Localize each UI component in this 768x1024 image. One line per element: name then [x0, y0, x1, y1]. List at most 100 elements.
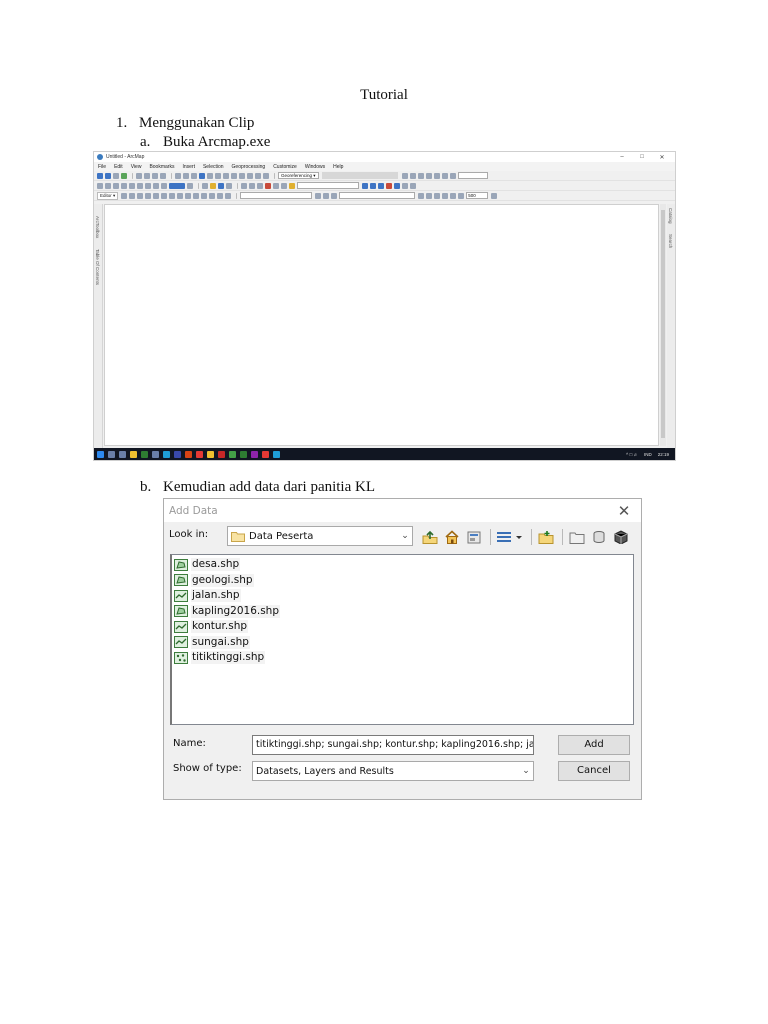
app-icon-4[interactable] — [185, 450, 192, 458]
swipe-icon[interactable] — [418, 192, 425, 199]
list-item[interactable]: sungai.shp — [174, 635, 631, 651]
list-item[interactable]: jalan.shp — [174, 588, 631, 604]
search-icon[interactable] — [108, 450, 115, 458]
chevron-down-icon[interactable]: ⌄ — [519, 766, 533, 776]
cut-polygons-icon[interactable] — [185, 192, 192, 199]
end-point-arc-icon[interactable] — [145, 192, 152, 199]
search-window-icon[interactable] — [386, 182, 392, 189]
editor-toolbar-icon[interactable] — [362, 182, 368, 189]
zoom-out-icon[interactable] — [105, 172, 111, 179]
cut-icon[interactable] — [241, 182, 247, 189]
menu-edit[interactable]: Edit — [114, 164, 123, 170]
viewer-window-icon[interactable] — [433, 172, 440, 179]
app-icon-8[interactable] — [240, 450, 247, 458]
page-back-icon[interactable] — [129, 182, 135, 189]
modelbuilder-icon[interactable] — [410, 182, 416, 189]
app-icon-5[interactable] — [196, 450, 203, 458]
look-in-dropdown[interactable]: Data Peserta ⌄ — [227, 526, 413, 546]
acrobat-icon[interactable] — [262, 450, 269, 458]
menu-file[interactable]: File — [98, 164, 106, 170]
arcmap-taskbar-icon[interactable] — [273, 450, 280, 458]
show-of-type-dropdown[interactable]: Datasets, Layers and Results ⌄ — [252, 761, 534, 781]
shift-icon[interactable] — [409, 172, 416, 179]
menu-view[interactable]: View — [131, 164, 142, 170]
name-input[interactable]: titiktinggi.shp; sungai.shp; kontur.shp;… — [252, 735, 534, 755]
edit-vertices-icon[interactable] — [169, 192, 176, 199]
python-window-icon[interactable] — [402, 182, 408, 189]
list-item[interactable]: titiktinggi.shp — [174, 650, 631, 666]
up-one-level-icon[interactable] — [420, 528, 440, 546]
add-button[interactable]: Add — [558, 735, 630, 755]
time-slider-icon[interactable] — [255, 172, 261, 179]
menu-bookmarks[interactable]: Bookmarks — [149, 164, 174, 170]
save-icon[interactable] — [218, 182, 224, 189]
create-features-icon[interactable] — [225, 192, 232, 199]
taskbar-clock[interactable]: 22:19 — [658, 452, 669, 457]
layer-tool-3-icon[interactable] — [331, 192, 338, 199]
list-item[interactable]: geologi.shp — [174, 573, 631, 589]
draft-mode-icon[interactable] — [145, 182, 151, 189]
tray-icons[interactable]: ^ □ ♬ — [626, 452, 638, 457]
delete-icon[interactable] — [265, 182, 271, 189]
catalog-options-icon[interactable] — [611, 528, 631, 546]
transparency-icon[interactable] — [450, 192, 457, 199]
hyperlink-icon[interactable] — [207, 172, 213, 179]
focus-frame-icon[interactable] — [153, 182, 159, 189]
forward-icon[interactable] — [160, 172, 166, 179]
arctoolbox-window-icon[interactable] — [394, 182, 400, 189]
maximize-icon[interactable]: □ — [632, 154, 652, 160]
brightness-icon[interactable] — [442, 192, 449, 199]
control-points-icon[interactable] — [417, 172, 424, 179]
connect-to-folder-icon[interactable] — [536, 528, 556, 546]
taskbar-language[interactable]: IND — [644, 452, 652, 457]
layer-tool-2-icon[interactable] — [323, 192, 330, 199]
sketch-properties-icon[interactable] — [217, 192, 224, 199]
undo-icon[interactable] — [273, 182, 279, 189]
windows-start-icon[interactable] — [97, 450, 104, 458]
view-table-icon[interactable] — [425, 172, 432, 179]
add-data-icon[interactable] — [289, 182, 295, 189]
split-icon[interactable] — [193, 192, 200, 199]
paste-icon[interactable] — [257, 182, 263, 189]
change-layout-icon[interactable] — [161, 182, 167, 189]
edit-tool-icon[interactable] — [121, 192, 128, 199]
zoom-100-icon[interactable] — [105, 182, 111, 189]
app-icon-3[interactable] — [174, 450, 181, 458]
minimize-icon[interactable]: – — [612, 154, 632, 160]
menu-windows[interactable]: Windows — [305, 164, 325, 170]
list-item[interactable]: kapling2016.shp — [174, 604, 631, 620]
new-geodatabase-icon[interactable] — [589, 528, 609, 546]
layer-dropdown[interactable] — [240, 192, 313, 199]
arcmap-scale-field[interactable] — [457, 172, 488, 179]
clear-selection-icon[interactable] — [183, 172, 189, 179]
html-popup-icon[interactable] — [215, 172, 221, 179]
menu-help[interactable]: Help — [333, 164, 343, 170]
app-icon-9[interactable] — [251, 450, 258, 458]
map-vertical-scrollbar[interactable] — [660, 204, 666, 446]
menu-insert[interactable]: Insert — [182, 164, 195, 170]
attributes-icon[interactable] — [209, 192, 216, 199]
catalog-window-icon[interactable] — [378, 182, 384, 189]
flicker-rate-icon[interactable] — [458, 192, 465, 199]
rotate-icon[interactable] — [401, 172, 408, 179]
effects-options-icon[interactable] — [491, 192, 498, 199]
copy-icon[interactable] — [249, 182, 255, 189]
task-view-icon[interactable] — [119, 450, 126, 458]
back-icon[interactable] — [152, 172, 158, 179]
close-icon[interactable]: ✕ — [607, 502, 641, 520]
view-list-icon[interactable] — [495, 528, 525, 546]
go-to-xy-icon[interactable] — [247, 172, 253, 179]
toggle-contents-icon[interactable] — [464, 528, 484, 546]
table-of-contents-icon[interactable] — [370, 182, 376, 189]
page-forward-icon[interactable] — [137, 182, 143, 189]
magnifier-icon[interactable] — [441, 172, 448, 179]
straight-segment-icon[interactable] — [137, 192, 144, 199]
new-document-icon[interactable] — [202, 182, 208, 189]
select-elements-icon[interactable] — [191, 172, 197, 179]
home-icon[interactable] — [442, 528, 462, 546]
list-item[interactable]: kontur.shp — [174, 619, 631, 635]
file-explorer-icon[interactable] — [130, 450, 137, 458]
editor-dropdown[interactable]: Editor ▾ — [97, 191, 119, 200]
chevron-down-icon[interactable]: ⌄ — [398, 531, 412, 541]
layout-zoom-level-icon[interactable] — [169, 182, 185, 189]
